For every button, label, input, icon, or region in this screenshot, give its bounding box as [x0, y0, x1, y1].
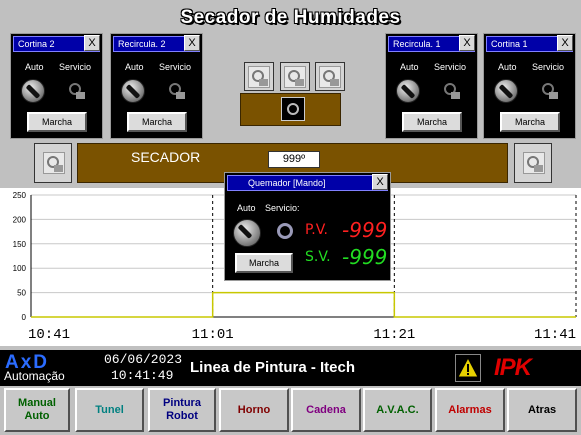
secador-label: SECADOR: [131, 149, 201, 165]
fan-button-3[interactable]: [315, 62, 345, 91]
marcha-button[interactable]: Marcha: [127, 112, 187, 132]
temperature-display: 999º: [268, 151, 320, 168]
pv-label: P.V.: [305, 222, 328, 238]
x-tick-label: 11:21: [373, 327, 415, 343]
marcha-button[interactable]: Marcha: [235, 253, 293, 273]
burner-ring-button[interactable]: [281, 97, 305, 121]
nav-avac-button[interactable]: A.V.A.C.: [363, 388, 432, 432]
nav-horno-button[interactable]: Horno: [219, 388, 289, 432]
time-display: 10:41:49: [111, 368, 174, 383]
page-title: Secador de Humidades: [180, 7, 401, 28]
auto-selector-knob[interactable]: [233, 219, 261, 247]
popup-cortina-1: Cortina 1 X Auto Servicio Marcha: [483, 33, 576, 139]
y-tick-label: 100: [13, 264, 27, 273]
fan-icon: [66, 80, 88, 102]
fan-icon: [248, 66, 270, 88]
close-button[interactable]: X: [84, 35, 100, 51]
hmi-screen: Secador de Humidades Cortina 2 X Auto Se…: [0, 0, 581, 435]
popup-title: Recircula. 1: [393, 39, 441, 49]
nav-manual-auto-button[interactable]: Manual Auto: [4, 388, 70, 432]
fan-icon: [319, 66, 341, 88]
nav-atras-button[interactable]: Atras: [507, 388, 577, 432]
y-tick-label: 250: [13, 191, 27, 200]
close-button[interactable]: X: [557, 35, 573, 51]
auto-selector-knob[interactable]: [21, 79, 45, 103]
popup-title: Quemador [Mando]: [248, 178, 326, 188]
servicio-label: Servicio: [59, 62, 92, 72]
warning-triangle-icon: [457, 356, 479, 378]
auto-label: Auto: [25, 62, 44, 72]
servicio-label: Servicio:: [265, 203, 300, 213]
auto-label: Auto: [498, 62, 517, 72]
nav-alarmas-button[interactable]: Alarmas: [435, 388, 505, 432]
close-button[interactable]: X: [459, 35, 475, 51]
fan-icon: [441, 80, 463, 102]
auto-label: Auto: [400, 62, 419, 72]
auto-label: Auto: [125, 62, 144, 72]
fan-icon: [284, 66, 306, 88]
close-button[interactable]: X: [372, 174, 388, 190]
fan-button-1[interactable]: [244, 62, 274, 91]
marcha-button[interactable]: Marcha: [500, 112, 560, 132]
servicio-label: Servicio: [434, 62, 467, 72]
fan-icon: [166, 80, 188, 102]
fan-icon: [539, 80, 561, 102]
x-tick-label: 11:41: [534, 327, 576, 343]
date-display: 06/06/2023: [104, 352, 183, 367]
popup-quemador: Quemador [Mando] X Auto Servicio: Marcha…: [224, 172, 391, 281]
x-tick-label: 11:01: [192, 327, 234, 343]
auto-selector-knob[interactable]: [494, 79, 518, 103]
sv-label: S.V.: [305, 249, 331, 265]
right-fan-button[interactable]: [514, 143, 552, 183]
auto-selector-knob[interactable]: [396, 79, 420, 103]
line-name: Linea de Pintura - Itech: [190, 359, 356, 376]
popup-recircula-1: Recircula. 1 X Auto Servicio Marcha: [385, 33, 478, 139]
fan-icon: [43, 152, 65, 174]
popup-cortina-2: Cortina 2 X Auto Servicio Marcha: [10, 33, 103, 139]
nav-cadena-button[interactable]: Cadena: [291, 388, 361, 432]
auto-selector-knob[interactable]: [121, 79, 145, 103]
x-tick-label: 10:41: [28, 327, 70, 343]
popup-recircula-2: Recircula. 2 X Auto Servicio Marcha: [110, 33, 203, 139]
y-tick-label: 150: [13, 240, 27, 249]
popup-title: Cortina 2: [18, 39, 55, 49]
brand-subtitle: Automação: [4, 369, 65, 383]
sv-value: -999: [342, 245, 388, 269]
nav-tunel-button[interactable]: Tunel: [75, 388, 144, 432]
fan-button-2[interactable]: [280, 62, 310, 91]
y-tick-label: 50: [17, 289, 26, 298]
y-tick-label: 200: [13, 215, 27, 224]
marcha-button[interactable]: Marcha: [27, 112, 87, 132]
marcha-button[interactable]: Marcha: [402, 112, 462, 132]
servicio-label: Servicio: [159, 62, 192, 72]
y-tick-label: 0: [22, 313, 27, 322]
servicio-label: Servicio: [532, 62, 565, 72]
warning-icon[interactable]: [455, 354, 481, 382]
popup-title: Recircula. 2: [118, 39, 166, 49]
ipk-logo: IPK: [494, 354, 532, 381]
auto-label: Auto: [237, 203, 256, 213]
fan-icon: [523, 152, 545, 174]
close-button[interactable]: X: [184, 35, 200, 51]
popup-title: Cortina 1: [491, 39, 528, 49]
left-fan-button[interactable]: [34, 143, 72, 183]
pv-value: -999: [342, 218, 388, 242]
service-ring-icon: [277, 223, 293, 239]
popup-header: Quemador [Mando]: [227, 175, 388, 191]
nav-pintura-robot-button[interactable]: Pintura Robot: [148, 388, 216, 432]
